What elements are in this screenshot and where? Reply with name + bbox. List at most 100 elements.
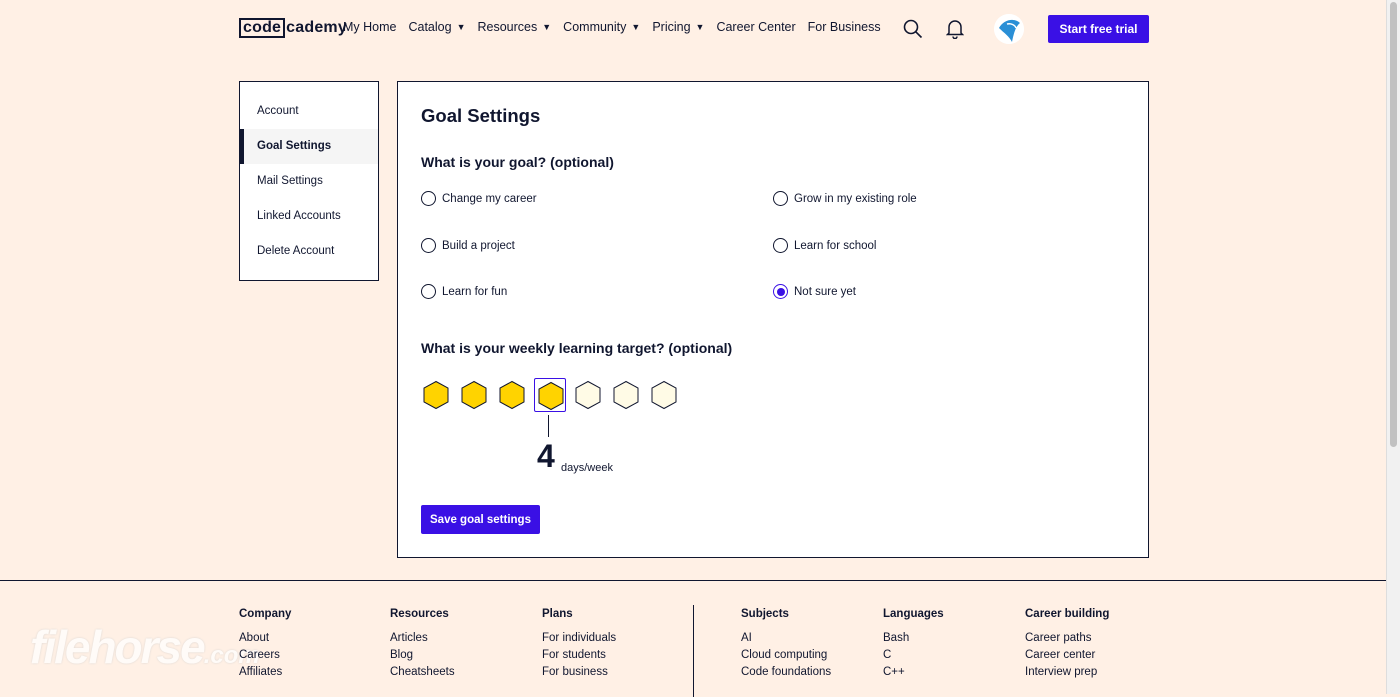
goal-option-learn-fun[interactable]: Learn for fun <box>421 284 507 299</box>
nav-resources-label: Resources <box>477 20 538 34</box>
nav-resources[interactable]: Resources ▼ <box>478 20 552 34</box>
footer-link-cheatsheets[interactable]: Cheatsheets <box>390 666 455 678</box>
footer-heading: Plans <box>542 608 573 620</box>
footer-link-cloud[interactable]: Cloud computing <box>741 649 831 661</box>
goal-question: What is your goal? (optional) <box>421 154 614 170</box>
days-per-week-value: 4 <box>537 438 555 474</box>
search-icon[interactable] <box>902 18 924 40</box>
footer-link-code-foundations[interactable]: Code foundations <box>741 666 831 678</box>
nav-my-home-label: My Home <box>343 20 397 34</box>
footer-heading: Company <box>239 608 292 620</box>
nav-pricing-label: Pricing <box>652 20 691 34</box>
site-footer: filehorse.com Company About Careers Affi… <box>0 580 1387 697</box>
footer-link-articles[interactable]: Articles <box>390 632 455 644</box>
footer-link-c[interactable]: C <box>883 649 944 661</box>
footer-heading: Subjects <box>741 608 789 620</box>
footer-link-ai[interactable]: AI <box>741 632 831 644</box>
goal-option-grow-role[interactable]: Grow in my existing role <box>773 191 917 206</box>
footer-link-career-center[interactable]: Career center <box>1025 649 1109 661</box>
radio-button[interactable] <box>773 191 788 206</box>
filehorse-watermark: filehorse.com <box>30 620 260 674</box>
top-navigation: code cademy My Home Catalog ▼ Resources ▼ C… <box>0 0 1387 58</box>
sidebar-item-mail-settings[interactable]: Mail Settings <box>240 164 378 199</box>
caret-down-icon: ▼ <box>542 22 552 32</box>
footer-link-individuals[interactable]: For individuals <box>542 632 616 644</box>
sidebar-item-linked-accounts[interactable]: Linked Accounts <box>240 199 378 234</box>
footer-link-career-paths[interactable]: Career paths <box>1025 632 1109 644</box>
goal-option-change-career[interactable]: Change my career <box>421 191 537 206</box>
day-hexagon-3[interactable] <box>496 378 528 412</box>
day-hexagon-1[interactable] <box>420 378 452 412</box>
footer-link-business[interactable]: For business <box>542 666 616 678</box>
logo-cademy: cademy <box>286 18 347 36</box>
footer-heading: Resources <box>390 608 449 620</box>
footer-link-careers[interactable]: Careers <box>239 649 291 661</box>
caret-down-icon: ▼ <box>695 22 705 32</box>
sidebar-item-goal-settings[interactable]: Goal Settings <box>240 129 378 164</box>
goal-option-label: Learn for school <box>794 239 877 252</box>
goal-option-not-sure[interactable]: Not sure yet <box>773 284 856 299</box>
nav-community-label: Community <box>563 20 627 34</box>
caret-down-icon: ▼ <box>456 22 466 32</box>
bell-icon[interactable] <box>944 18 966 40</box>
goal-option-label: Build a project <box>442 239 515 252</box>
avatar[interactable] <box>994 14 1024 44</box>
days-per-week-unit: days/week <box>561 462 613 474</box>
sidebar-item-account[interactable]: Account <box>240 94 378 129</box>
footer-link-students[interactable]: For students <box>542 649 616 661</box>
sidebar-item-delete-account[interactable]: Delete Account <box>240 234 378 269</box>
nav-my-home[interactable]: My Home <box>343 20 396 34</box>
watermark-text: filehorse <box>30 621 206 673</box>
target-pointer-line <box>548 415 549 437</box>
codecademy-logo[interactable]: code cademy <box>239 17 347 38</box>
goal-option-label: Learn for fun <box>442 285 508 298</box>
nav-community[interactable]: Community ▼ <box>563 20 640 34</box>
day-hexagon-2[interactable] <box>458 378 490 412</box>
footer-divider <box>693 605 694 697</box>
footer-career-building: Career building Career paths Career cent… <box>1025 608 1109 683</box>
footer-heading: Career building <box>1025 608 1110 620</box>
start-free-trial-button[interactable]: Start free trial <box>1048 15 1149 43</box>
footer-company: Company About Careers Affiliates <box>239 608 291 683</box>
footer-link-bash[interactable]: Bash <box>883 632 944 644</box>
nav-catalog-label: Catalog <box>408 20 452 34</box>
footer-link-cpp[interactable]: C++ <box>883 666 944 678</box>
goal-option-learn-school[interactable]: Learn for school <box>773 238 876 253</box>
goal-settings-panel: Goal Settings What is your goal? (option… <box>397 81 1149 558</box>
radio-button-selected[interactable] <box>773 284 788 299</box>
main-nav: My Home Catalog ▼ Resources ▼ Community ▼ P… <box>343 20 893 34</box>
radio-button[interactable] <box>421 284 436 299</box>
day-hexagon-7[interactable] <box>648 378 680 412</box>
page-title: Goal Settings <box>421 105 541 126</box>
footer-link-interview-prep[interactable]: Interview prep <box>1025 666 1109 678</box>
nav-for-business-label: For Business <box>807 20 881 34</box>
logo-code: code <box>239 17 286 38</box>
day-hexagon-4[interactable] <box>534 378 566 412</box>
footer-link-affiliates[interactable]: Affiliates <box>239 666 291 678</box>
save-goal-settings-button[interactable]: Save goal settings <box>421 505 540 534</box>
nav-for-business[interactable]: For Business <box>808 20 881 34</box>
goal-option-label: Not sure yet <box>794 285 856 298</box>
nav-pricing[interactable]: Pricing ▼ <box>652 20 704 34</box>
day-hexagon-5[interactable] <box>572 378 604 412</box>
radio-button[interactable] <box>421 191 436 206</box>
radio-button[interactable] <box>773 238 788 253</box>
nav-catalog[interactable]: Catalog ▼ <box>408 20 465 34</box>
goal-option-label: Grow in my existing role <box>794 192 917 205</box>
nav-career-center[interactable]: Career Center <box>716 20 795 34</box>
radio-button[interactable] <box>421 238 436 253</box>
footer-heading: Languages <box>883 608 944 620</box>
footer-languages: Languages Bash C C++ <box>883 608 944 683</box>
footer-plans: Plans For individuals For students For b… <box>542 608 616 683</box>
target-question: What is your weekly learning target? (op… <box>421 340 733 356</box>
page-scrollbar[interactable] <box>1386 0 1400 694</box>
goal-option-build-project[interactable]: Build a project <box>421 238 515 253</box>
nav-career-center-label: Career Center <box>716 20 796 34</box>
footer-link-about[interactable]: About <box>239 632 291 644</box>
settings-sidebar: Account Goal Settings Mail Settings Link… <box>239 81 379 281</box>
footer-link-blog[interactable]: Blog <box>390 649 455 661</box>
goal-option-label: Change my career <box>442 192 537 205</box>
day-hexagon-6[interactable] <box>610 378 642 412</box>
caret-down-icon: ▼ <box>631 22 641 32</box>
scrollbar-thumb[interactable] <box>1390 2 1397 447</box>
